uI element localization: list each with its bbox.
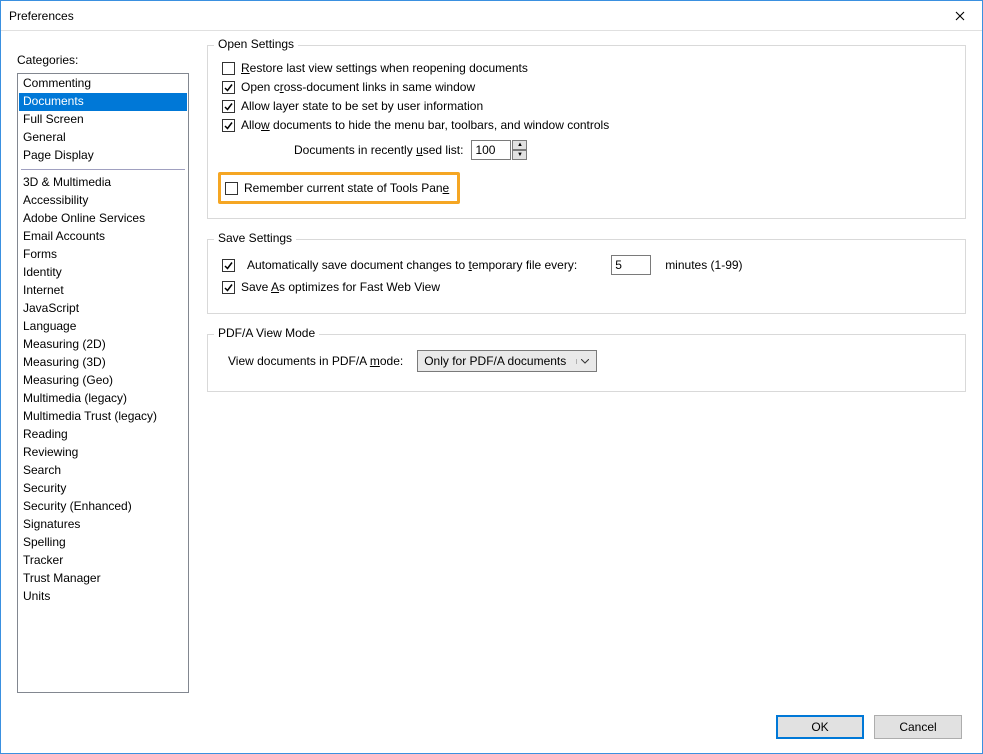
category-item[interactable]: Internet [19,282,187,300]
cancel-button[interactable]: Cancel [874,715,962,739]
category-item[interactable]: Language [19,318,187,336]
autosave-row[interactable]: Automatically save document changes to t… [222,255,951,275]
category-item[interactable]: General [19,129,187,147]
layer-state-checkbox[interactable] [222,100,235,113]
category-item[interactable]: Spelling [19,534,187,552]
dialog-footer: OK Cancel [1,701,982,753]
pdfa-legend: PDF/A View Mode [214,326,319,340]
recent-docs-spinner[interactable]: ▲ ▼ [512,140,527,160]
cross-doc-links-checkbox[interactable] [222,81,235,94]
fast-web-checkbox[interactable] [222,281,235,294]
remember-tools-pane-row[interactable]: Remember current state of Tools Pane [225,181,449,195]
category-item[interactable]: Measuring (Geo) [19,372,187,390]
category-item[interactable]: Measuring (3D) [19,354,187,372]
category-item[interactable]: Measuring (2D) [19,336,187,354]
pdfa-mode-value: Only for PDF/A documents [424,354,576,368]
restore-last-view-row[interactable]: Restore last view settings when reopenin… [222,61,951,75]
recent-docs-row: Documents in recently used list: ▲ ▼ [294,140,951,160]
pdfa-mode-select[interactable]: Only for PDF/A documents [417,350,597,372]
category-item[interactable]: Commenting [19,75,187,93]
categories-label: Categories: [17,53,189,67]
category-item[interactable]: Full Screen [19,111,187,129]
preferences-dialog: Preferences Categories: CommentingDocume… [0,0,983,754]
remember-tools-pane-label: Remember current state of Tools Pane [244,181,449,195]
category-item[interactable]: Page Display [19,147,187,165]
category-item[interactable]: Units [19,588,187,606]
category-separator [21,169,185,170]
autosave-minutes-input[interactable] [611,255,651,275]
category-item[interactable]: Documents [19,93,187,111]
autosave-checkbox[interactable] [222,259,235,272]
restore-last-view-checkbox[interactable] [222,62,235,75]
close-button[interactable] [937,1,982,30]
category-item[interactable]: Adobe Online Services [19,210,187,228]
titlebar: Preferences [1,1,982,31]
spinner-up-icon[interactable]: ▲ [512,140,527,150]
remember-tools-pane-checkbox[interactable] [225,182,238,195]
open-settings-group: Open Settings Restore last view settings… [207,45,966,219]
highlight-annotation: Remember current state of Tools Pane [218,172,460,204]
hide-menubar-checkbox[interactable] [222,119,235,132]
chevron-down-icon [576,359,592,364]
category-item[interactable]: Security [19,480,187,498]
category-item[interactable]: Tracker [19,552,187,570]
hide-menubar-label: Allow documents to hide the menu bar, to… [241,118,609,132]
recent-docs-input[interactable] [471,140,511,160]
pdfa-mode-row: View documents in PDF/A mode: Only for P… [228,350,951,372]
categories-listbox[interactable]: CommentingDocumentsFull ScreenGeneralPag… [17,73,189,693]
category-item[interactable]: Identity [19,264,187,282]
autosave-label: Automatically save document changes to t… [247,258,577,272]
open-settings-legend: Open Settings [214,37,298,51]
pdfa-group: PDF/A View Mode View documents in PDF/A … [207,334,966,392]
layer-state-label: Allow layer state to be set by user info… [241,99,483,113]
pdfa-mode-label: View documents in PDF/A mode: [228,354,403,368]
category-item[interactable]: Security (Enhanced) [19,498,187,516]
close-icon [955,11,965,21]
save-settings-legend: Save Settings [214,231,296,245]
dialog-body: Categories: CommentingDocumentsFull Scre… [1,31,982,701]
category-item[interactable]: Reading [19,426,187,444]
recent-docs-label: Documents in recently used list: [294,143,463,157]
category-item[interactable]: JavaScript [19,300,187,318]
category-item[interactable]: Multimedia (legacy) [19,390,187,408]
settings-panel: Open Settings Restore last view settings… [207,43,966,693]
ok-button[interactable]: OK [776,715,864,739]
fast-web-label: Save As optimizes for Fast Web View [241,280,440,294]
category-item[interactable]: Reviewing [19,444,187,462]
category-item[interactable]: 3D & Multimedia [19,174,187,192]
cross-doc-links-label: Open cross-document links in same window [241,80,475,94]
cross-doc-links-row[interactable]: Open cross-document links in same window [222,80,951,94]
categories-panel: Categories: CommentingDocumentsFull Scre… [17,43,189,693]
category-item[interactable]: Accessibility [19,192,187,210]
category-item[interactable]: Multimedia Trust (legacy) [19,408,187,426]
category-item[interactable]: Forms [19,246,187,264]
category-item[interactable]: Search [19,462,187,480]
category-item[interactable]: Email Accounts [19,228,187,246]
save-settings-group: Save Settings Automatically save documen… [207,239,966,314]
category-item[interactable]: Signatures [19,516,187,534]
spinner-down-icon[interactable]: ▼ [512,150,527,160]
restore-last-view-label: Restore last view settings when reopenin… [241,61,528,75]
hide-menubar-row[interactable]: Allow documents to hide the menu bar, to… [222,118,951,132]
category-item[interactable]: Trust Manager [19,570,187,588]
dialog-title: Preferences [9,9,937,23]
layer-state-row[interactable]: Allow layer state to be set by user info… [222,99,951,113]
fast-web-row[interactable]: Save As optimizes for Fast Web View [222,280,951,294]
autosave-suffix-label: minutes (1-99) [665,258,742,272]
